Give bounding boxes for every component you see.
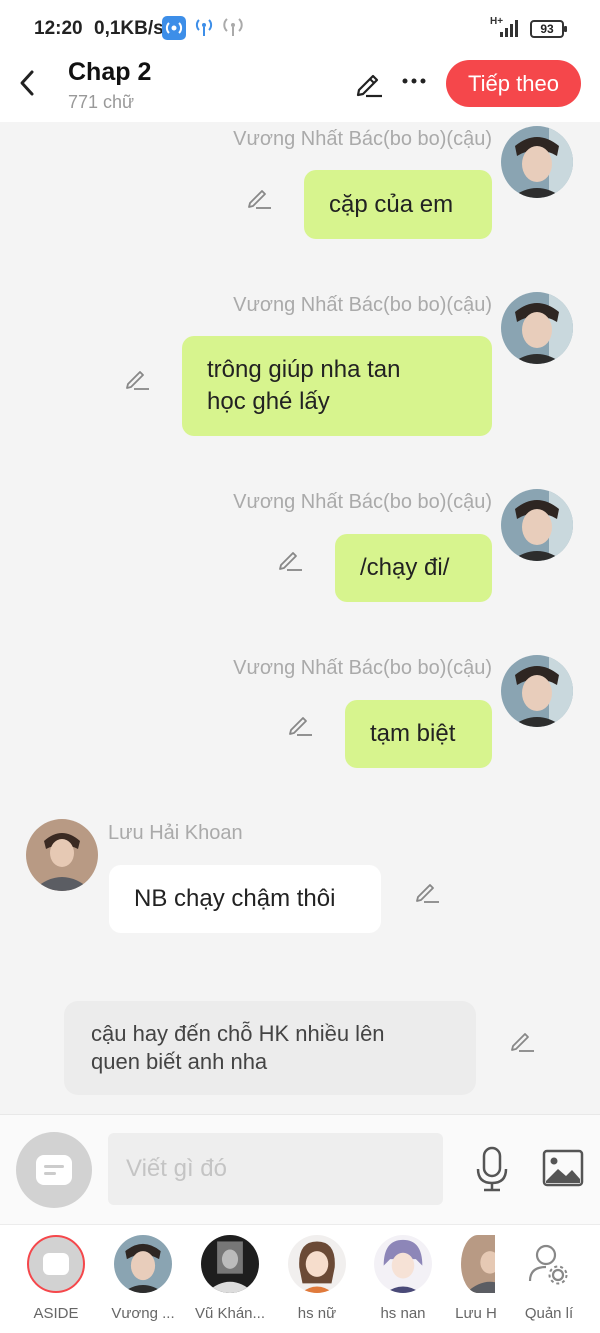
aside-line: quen biết anh nha bbox=[91, 1049, 268, 1074]
battery-icon: 93 bbox=[530, 20, 567, 38]
message-sender: Vương Nhất Bác(bo bo)(cậu) bbox=[233, 294, 492, 316]
avatar bbox=[374, 1235, 432, 1293]
character-bar: ASIDE Vương ... Vũ Khán... hs nữ hs nan … bbox=[0, 1224, 600, 1333]
next-chapter-button[interactable]: Tiếp theo bbox=[446, 60, 581, 107]
hotspot-icon bbox=[162, 16, 186, 40]
avatar[interactable] bbox=[501, 126, 573, 198]
edit-message-icon[interactable] bbox=[287, 711, 313, 737]
word-count: 771 chữ bbox=[68, 92, 135, 112]
character-label: Vương ... bbox=[111, 1305, 175, 1322]
edit-message-icon[interactable] bbox=[246, 184, 272, 210]
message-sender: Vương Nhất Bác(bo bo)(cậu) bbox=[233, 491, 492, 513]
edit-message-icon[interactable] bbox=[124, 365, 150, 391]
avatar bbox=[114, 1235, 172, 1293]
avatar bbox=[288, 1235, 346, 1293]
character-label: Quản lí bbox=[524, 1305, 574, 1322]
manage-characters[interactable]: Quản lí bbox=[506, 1235, 592, 1322]
message-line: học ghé lấy bbox=[207, 388, 330, 415]
message-bubble[interactable]: tạm biệt bbox=[345, 700, 492, 768]
character-vuong[interactable]: Vương ... bbox=[100, 1235, 186, 1322]
manage-icon bbox=[528, 1244, 568, 1285]
wifi-off-icon bbox=[223, 18, 243, 36]
avatar bbox=[461, 1235, 495, 1293]
message-line: tạm biệt bbox=[370, 720, 456, 747]
status-time: 12:20 bbox=[34, 18, 83, 39]
aside-line: cậu hay đến chỗ HK nhiều lên bbox=[91, 1021, 385, 1046]
character-label: Vũ Khán... bbox=[194, 1305, 266, 1322]
mic-icon[interactable] bbox=[474, 1145, 510, 1193]
avatar[interactable] bbox=[501, 292, 573, 364]
message-line: NB chạy chậm thôi bbox=[134, 885, 336, 912]
edit-icon[interactable] bbox=[354, 68, 384, 98]
character-label: hs nữ bbox=[297, 1305, 337, 1322]
more-icon[interactable] bbox=[402, 78, 426, 84]
signal-broadcast-icon bbox=[195, 19, 213, 36]
chapter-title: Chap 2 bbox=[68, 58, 152, 86]
message-line: /chạy đi/ bbox=[360, 554, 450, 581]
message-bubble[interactable]: NB chạy chậm thôi bbox=[109, 865, 381, 933]
edit-message-icon[interactable] bbox=[509, 1027, 535, 1053]
avatar[interactable] bbox=[501, 655, 573, 727]
character-hs-nu[interactable]: hs nữ bbox=[274, 1235, 360, 1322]
edit-message-icon[interactable] bbox=[414, 878, 440, 904]
avatar[interactable] bbox=[501, 489, 573, 561]
message-bubble[interactable]: trông giúp nha tan học ghé lấy bbox=[182, 336, 492, 436]
aside-bubble[interactable]: cậu hay đến chỗ HK nhiều lên quen biết a… bbox=[64, 1001, 476, 1095]
character-vu-khan[interactable]: Vũ Khán... bbox=[187, 1235, 273, 1322]
message-line: trông giúp nha tan bbox=[207, 356, 401, 383]
composer-bar bbox=[0, 1114, 600, 1224]
cell-signal-icon bbox=[500, 20, 518, 37]
edit-message-icon[interactable] bbox=[277, 546, 303, 572]
message-sender: Vương Nhất Bác(bo bo)(cậu) bbox=[233, 657, 492, 679]
aside-icon bbox=[36, 1155, 72, 1185]
character-aside[interactable]: ASIDE bbox=[13, 1235, 99, 1322]
aside-toggle-button[interactable] bbox=[16, 1132, 92, 1208]
chat-area: Vương Nhất Bác(bo bo)(cậu) cặp của em Vư… bbox=[0, 122, 600, 1114]
character-label: ASIDE bbox=[33, 1305, 79, 1322]
avatar bbox=[201, 1235, 259, 1293]
avatar[interactable] bbox=[26, 819, 98, 891]
message-line: cặp của em bbox=[329, 191, 454, 218]
network-speed: 0,1KB/s bbox=[94, 18, 164, 39]
message-sender: Lưu Hải Khoan bbox=[108, 822, 243, 844]
message-sender: Vương Nhất Bác(bo bo)(cậu) bbox=[233, 128, 492, 150]
aside-icon bbox=[27, 1235, 85, 1293]
image-icon[interactable] bbox=[542, 1149, 584, 1187]
chapter-header: Chap 2 771 chữ Tiếp theo bbox=[0, 56, 600, 122]
message-bubble[interactable]: /chạy đi/ bbox=[335, 534, 492, 602]
message-bubble[interactable]: cặp của em bbox=[304, 170, 492, 239]
status-bar: 12:20 0,1KB/s H+ 93 bbox=[0, 0, 600, 56]
message-input[interactable] bbox=[108, 1133, 443, 1205]
back-icon[interactable] bbox=[14, 66, 42, 100]
